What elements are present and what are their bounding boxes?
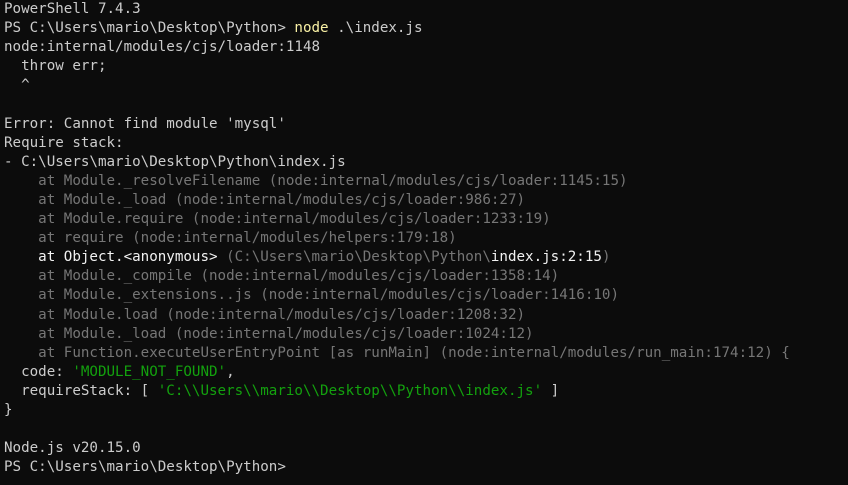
command-line: PS C:\Users\mario\Desktop\Python> node .… <box>4 19 848 38</box>
terminal-window[interactable]: PowerShell 7.4.3 PS C:\Users\mario\Deskt… <box>0 0 848 485</box>
stack-frame: at Module._load (node:internal/modules/c… <box>4 191 526 208</box>
anon-frame-prefix: at Object.<anonymous> <box>4 249 227 266</box>
anon-frame-path: (C:\Users\mario\Desktop\Python\ <box>226 249 491 266</box>
code-comma: , <box>226 363 235 380</box>
command-argument: .\index.js <box>328 20 423 37</box>
close-brace: } <box>4 401 13 418</box>
last-frame-text: at Function.executeUserEntryPoint [as ru… <box>4 344 790 361</box>
command-node: node <box>294 20 329 37</box>
stack-frame: at require (node:internal/modules/helper… <box>4 230 457 247</box>
node-version: Node.js v20.15.0 <box>4 440 141 457</box>
error-code-line: code: 'MODULE_NOT_FOUND', <box>4 363 848 382</box>
code-key: code: <box>4 363 73 380</box>
stack-frame: at Module._load (node:internal/modules/c… <box>4 325 534 342</box>
stack-frame-last: at Function.executeUserEntryPoint [as ru… <box>4 344 848 363</box>
final-prompt[interactable]: PS C:\Users\mario\Desktop\Python> <box>4 458 848 477</box>
require-stack-item: - C:\Users\mario\Desktop\Python\index.js <box>4 153 346 170</box>
require-stack-line: requireStack: [ 'C:\\Users\\mario\\Deskt… <box>4 382 848 401</box>
code-value: 'MODULE_NOT_FOUND' <box>72 363 227 380</box>
loader-line: node:internal/modules/cjs/loader:1148 <box>4 39 321 56</box>
powershell-banner: PowerShell 7.4.3 <box>4 1 141 17</box>
stack-frame: at Module.require (node:internal/modules… <box>4 211 551 228</box>
prompt-text: PS C:\Users\mario\Desktop\Python> <box>4 20 295 37</box>
error-message: Error: Cannot find module 'mysql' <box>4 115 286 132</box>
anon-frame-close: ) <box>601 249 611 266</box>
stack-frame: at Module._resolveFilename (node:interna… <box>4 172 628 189</box>
stack-frame-anonymous: at Object.<anonymous> (C:\Users\mario\De… <box>4 248 848 267</box>
stack-frame: at Module._extensions..js (node:internal… <box>4 287 619 304</box>
require-stack-key: requireStack: [ <box>4 382 158 399</box>
caret-line: ^ <box>4 77 30 94</box>
require-stack-label: Require stack: <box>4 134 124 151</box>
stack-frame: at Module._compile (node:internal/module… <box>4 268 560 285</box>
require-stack-close: ] <box>542 382 560 399</box>
anon-frame-file: index.js:2:15 <box>490 249 602 266</box>
require-stack-value: 'C:\\Users\\mario\\Desktop\\Python\\inde… <box>157 382 543 399</box>
stack-frame: at Module.load (node:internal/modules/cj… <box>4 306 526 323</box>
throw-line: throw err; <box>4 58 107 75</box>
